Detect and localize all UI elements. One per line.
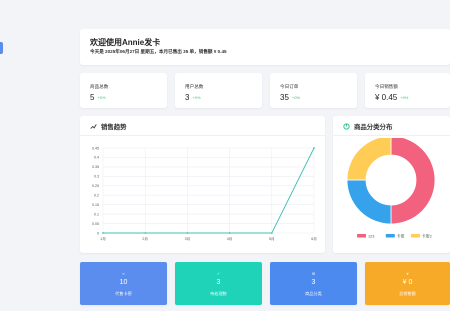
stat-value: ¥ 0.45 +0%: [375, 93, 409, 102]
category-pie-chart: 123 卡密 卡密2: [346, 138, 436, 238]
quick-action-value: 3: [216, 279, 221, 286]
quick-action-value: 10: [119, 279, 128, 286]
stat-label: 用户总数: [185, 84, 204, 89]
line-chart-icon: [90, 124, 97, 129]
x-tick-label: 3月: [185, 236, 191, 241]
data-point: [313, 147, 315, 149]
stat-card-users: 用户总数 3 +0%: [175, 73, 262, 108]
welcome-subtitle: 今天是 2025年06月27日 星期五，本月已售出 35 单，销售额 ¥ 0.4…: [90, 49, 227, 54]
x-tick-label: 4月: [227, 236, 233, 241]
y-tick-label: 0.45: [92, 146, 99, 150]
x-tick-label: 1月: [100, 236, 106, 241]
stat-label: 今日销售额: [375, 84, 398, 89]
check-icon: ✓: [216, 271, 221, 276]
stat-change: +0%: [192, 95, 201, 101]
quick-action-value: 3: [311, 279, 316, 286]
stat-change: +0%: [291, 95, 301, 101]
stat-card-sales: 今日销售额 ¥ 0.45 +0%: [365, 73, 450, 108]
stat-value: 3 +0%: [185, 93, 201, 102]
legend-label: 卡密2: [422, 233, 432, 238]
quick-action-value: ¥ 0: [402, 279, 413, 286]
series-line: [103, 147, 315, 234]
category-panel: 商品分类分布 123 卡密 卡密2: [333, 116, 450, 253]
y-tick-label: 0.3: [94, 175, 99, 179]
legend-swatch: [357, 234, 366, 238]
data-point: [186, 232, 189, 234]
stat-card-products: 商品总数 5 +0%: [80, 73, 167, 108]
x-tick-label: 6月: [311, 236, 317, 241]
y-tick-label: 0.2: [94, 194, 99, 198]
stat-change: +0%: [97, 95, 106, 101]
stat-change: +0%: [400, 95, 409, 101]
quick-action-pending[interactable]: ✓ 3 待处理数: [175, 262, 262, 305]
sales-trend-chart: 0 0.05 0.1 0.15 0.2 0.25 0.3 0.35 0.4 0.45 1月 2月 3月 4…: [92, 146, 317, 241]
quick-action-pending-cards[interactable]: ¤ 10 代售卡密: [80, 262, 167, 305]
data-point: [102, 232, 104, 234]
quick-action-label: 代售卡密: [115, 291, 132, 296]
x-tick-label: 2月: [142, 236, 148, 241]
quick-action-label: 待处理数: [210, 291, 227, 296]
y-tick-label: 0.35: [92, 165, 99, 169]
legend-label: 卡密: [397, 233, 405, 238]
data-point: [144, 232, 147, 234]
y-tick-label: 0.15: [92, 203, 99, 207]
grid-icon: ⊞: [311, 271, 316, 276]
sidebar-active-indicator[interactable]: [0, 42, 3, 54]
data-point: [270, 232, 273, 234]
stat-value: 5 +0%: [90, 93, 106, 102]
quick-action-label: 商品分类: [305, 291, 322, 296]
legend-swatch: [411, 234, 420, 238]
y-tick-label: 0.1: [94, 212, 99, 216]
panel-divider: [80, 135, 325, 136]
pie-slice: [346, 179, 392, 225]
welcome-card: 欢迎使用Annie发卡 今天是 2025年06月27日 星期五，本月已售出 35…: [80, 29, 450, 65]
pie-chart-icon: [343, 123, 350, 130]
pie-slice: [346, 138, 392, 181]
quick-action-total-sales[interactable]: ¥ ¥ 0 总销售额: [365, 262, 450, 305]
data-point: [228, 232, 231, 234]
yen-icon: ¥: [406, 271, 409, 276]
pie-slice: [390, 138, 436, 225]
sales-trend-panel: 销售趋势 0 0.05 0.1 0.15 0.2 0.25 0.3 0.35 0.4 0.45 1月…: [80, 116, 325, 253]
category-title: 商品分类分布: [343, 122, 392, 131]
legend-label: 123: [368, 234, 374, 238]
stat-label: 商品总数: [90, 84, 109, 89]
y-tick-label: 0.05: [92, 222, 99, 226]
quick-action-categories[interactable]: ⊞ 3 商品分类: [270, 262, 357, 305]
x-tick-label: 5月: [269, 236, 275, 241]
y-tick-label: 0.4: [94, 156, 99, 160]
sales-trend-title: 销售趋势: [90, 122, 127, 131]
card-icon: ¤: [122, 271, 125, 276]
y-tick-label: 0.25: [92, 184, 99, 188]
y-tick-label: 0: [97, 231, 99, 235]
panel-divider: [333, 135, 450, 136]
stat-label: 今日订单: [280, 84, 299, 89]
welcome-title: 欢迎使用Annie发卡: [90, 38, 161, 47]
stat-card-orders: 今日订单 35 +0%: [270, 73, 357, 108]
legend-swatch: [385, 234, 395, 238]
quick-action-label: 总销售额: [399, 291, 416, 296]
stat-value: 35 +0%: [280, 93, 301, 102]
